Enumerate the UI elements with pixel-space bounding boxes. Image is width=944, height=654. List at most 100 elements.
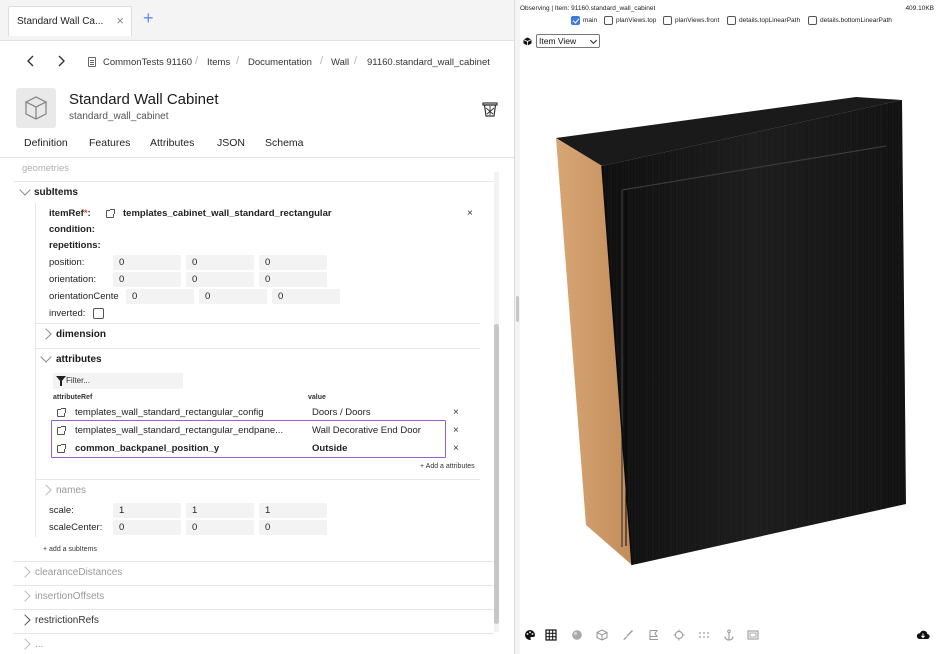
orientation-center-y-input[interactable]: 0 (199, 289, 267, 304)
layer-checkbox[interactable] (571, 16, 580, 25)
observing-status: Observing | Item: 91160.standard_wall_ca… (520, 5, 656, 12)
scale-center-label: scaleCenter: (49, 522, 103, 533)
open-external-icon[interactable] (57, 408, 66, 417)
viewer-pane: Observing | Item: 91160.standard_wall_ca… (520, 0, 944, 654)
grid-icon[interactable] (545, 629, 557, 641)
tab-attributes[interactable]: Attributes (150, 137, 194, 149)
remove-itemref-icon[interactable]: × (467, 209, 473, 219)
document-icon (88, 57, 96, 67)
attributes-filter[interactable] (53, 373, 183, 389)
section-geometries-label: geometries (22, 163, 69, 174)
layer-label: main (583, 17, 598, 24)
remove-attribute-icon[interactable]: × (453, 408, 459, 418)
scale-x-input[interactable]: 1 (113, 503, 181, 518)
repetitions-label: repetitions: (49, 240, 101, 251)
section-insertion-offsets[interactable]: insertionOffsets (14, 585, 494, 607)
section-subitems[interactable]: subItems (14, 181, 494, 203)
breadcrumb-documentation[interactable]: Documentation (248, 57, 312, 68)
view-mode-select[interactable]: Item View (536, 34, 600, 48)
add-subitems-button[interactable]: + add a subItems (43, 546, 97, 553)
layer-checkbox[interactable] (727, 16, 736, 25)
position-x-input[interactable]: 0 (113, 255, 181, 270)
inverted-checkbox[interactable] (93, 308, 104, 319)
position-label: position: (49, 257, 85, 268)
new-tab-button[interactable]: + (143, 9, 154, 27)
splitter-grip[interactable] (516, 296, 519, 322)
attribute-ref[interactable]: common_backpanel_position_y (75, 443, 305, 454)
tab-json[interactable]: JSON (217, 137, 245, 149)
tab-features[interactable]: Features (89, 137, 130, 149)
breadcrumb-project[interactable]: CommonTests 91160 (103, 57, 192, 68)
section-label: clearanceDistances (35, 567, 123, 578)
breadcrumb-separator: / (354, 55, 358, 67)
breadcrumb-items[interactable]: Items (207, 57, 230, 68)
image-icon[interactable] (747, 629, 759, 641)
brush-icon[interactable] (622, 629, 634, 641)
tab-close-icon[interactable]: × (116, 14, 124, 28)
anchor-icon[interactable] (723, 629, 735, 641)
remove-attribute-icon[interactable]: × (453, 444, 459, 454)
scale-center-y-input[interactable]: 0 (186, 520, 254, 535)
add-attributes-button[interactable]: + Add a attributes (420, 463, 475, 470)
breadcrumb-wall[interactable]: Wall (331, 57, 349, 68)
layer-checkbox[interactable] (808, 16, 817, 25)
scale-y-input[interactable]: 1 (186, 503, 254, 518)
section-label: restrictionRefs (35, 615, 99, 626)
open-external-icon[interactable] (57, 426, 66, 435)
remove-attribute-icon[interactable]: × (453, 426, 459, 436)
section-label: insertionOffsets (35, 591, 105, 602)
sphere-icon[interactable] (571, 629, 583, 641)
tab-standard-wall-cabinet[interactable]: Standard Wall Ca... × (8, 6, 132, 36)
orientation-y-input[interactable]: 0 (186, 272, 254, 287)
itemref-value[interactable]: templates_cabinet_wall_standard_rectangu… (123, 208, 332, 219)
file-size: 409.10KB (905, 5, 934, 12)
attribute-value[interactable]: Wall Decorative End Door (312, 425, 442, 436)
tab-schema[interactable]: Schema (265, 137, 304, 149)
attribute-value[interactable]: Outside (312, 443, 442, 454)
breadcrumb-separator: / (320, 55, 324, 67)
cloud-download-icon[interactable] (916, 629, 930, 641)
scale-z-input[interactable]: 1 (259, 503, 327, 518)
dots-grid-icon[interactable] (698, 629, 710, 641)
tab-definition[interactable]: Definition (24, 137, 68, 149)
orientation-x-input[interactable]: 0 (113, 272, 181, 287)
scale-center-z-input[interactable]: 0 (259, 520, 327, 535)
orientation-label: orientation: (49, 274, 97, 285)
section-label: dimension (56, 329, 107, 340)
section-attributes[interactable]: attributes (35, 348, 480, 370)
tree-scrollbar[interactable] (494, 172, 499, 632)
scrollbar-thumb[interactable] (494, 324, 499, 624)
attribute-ref[interactable]: templates_wall_standard_rectangular_conf… (75, 407, 305, 418)
layer-checkbox[interactable] (604, 16, 613, 25)
filter-input[interactable] (66, 374, 176, 387)
column-header-value: value (308, 394, 326, 401)
section-names[interactable]: names (35, 479, 480, 501)
layer-checkbox[interactable] (663, 16, 672, 25)
section-restriction-refs[interactable]: restrictionRefs (14, 609, 494, 631)
back-arrow-icon[interactable] (24, 53, 38, 69)
tab-bar: Standard Wall Ca... × + (0, 0, 514, 41)
tab-label: Standard Wall Ca... (17, 16, 104, 27)
scale-center-x-input[interactable]: 0 (113, 520, 181, 535)
attribute-value[interactable]: Doors / Doors (312, 407, 442, 418)
section-dimension[interactable]: dimension (35, 323, 480, 345)
chevron-right-icon (40, 328, 52, 340)
position-z-input[interactable]: 0 (259, 255, 327, 270)
palette-icon[interactable] (524, 629, 536, 641)
forward-arrow-icon[interactable] (54, 53, 68, 69)
orientation-center-z-input[interactable]: 0 (272, 289, 340, 304)
position-y-input[interactable]: 0 (186, 255, 254, 270)
box-icon[interactable] (596, 629, 608, 641)
orientation-z-input[interactable]: 0 (259, 272, 327, 287)
open-external-icon[interactable] (57, 444, 66, 453)
delete-basket-icon[interactable] (481, 100, 499, 118)
attribute-ref[interactable]: templates_wall_standard_rectangular_endp… (75, 425, 305, 436)
section-cut-off[interactable]: ... (14, 633, 494, 654)
bounding-box-icon[interactable] (648, 629, 660, 641)
scale-label: scale: (49, 505, 74, 516)
target-icon[interactable] (673, 629, 685, 641)
3d-viewport[interactable] (520, 60, 944, 620)
section-clearance-distances[interactable]: clearanceDistances (14, 561, 494, 583)
open-external-icon[interactable] (106, 209, 115, 218)
orientation-center-x-input[interactable]: 0 (126, 289, 194, 304)
